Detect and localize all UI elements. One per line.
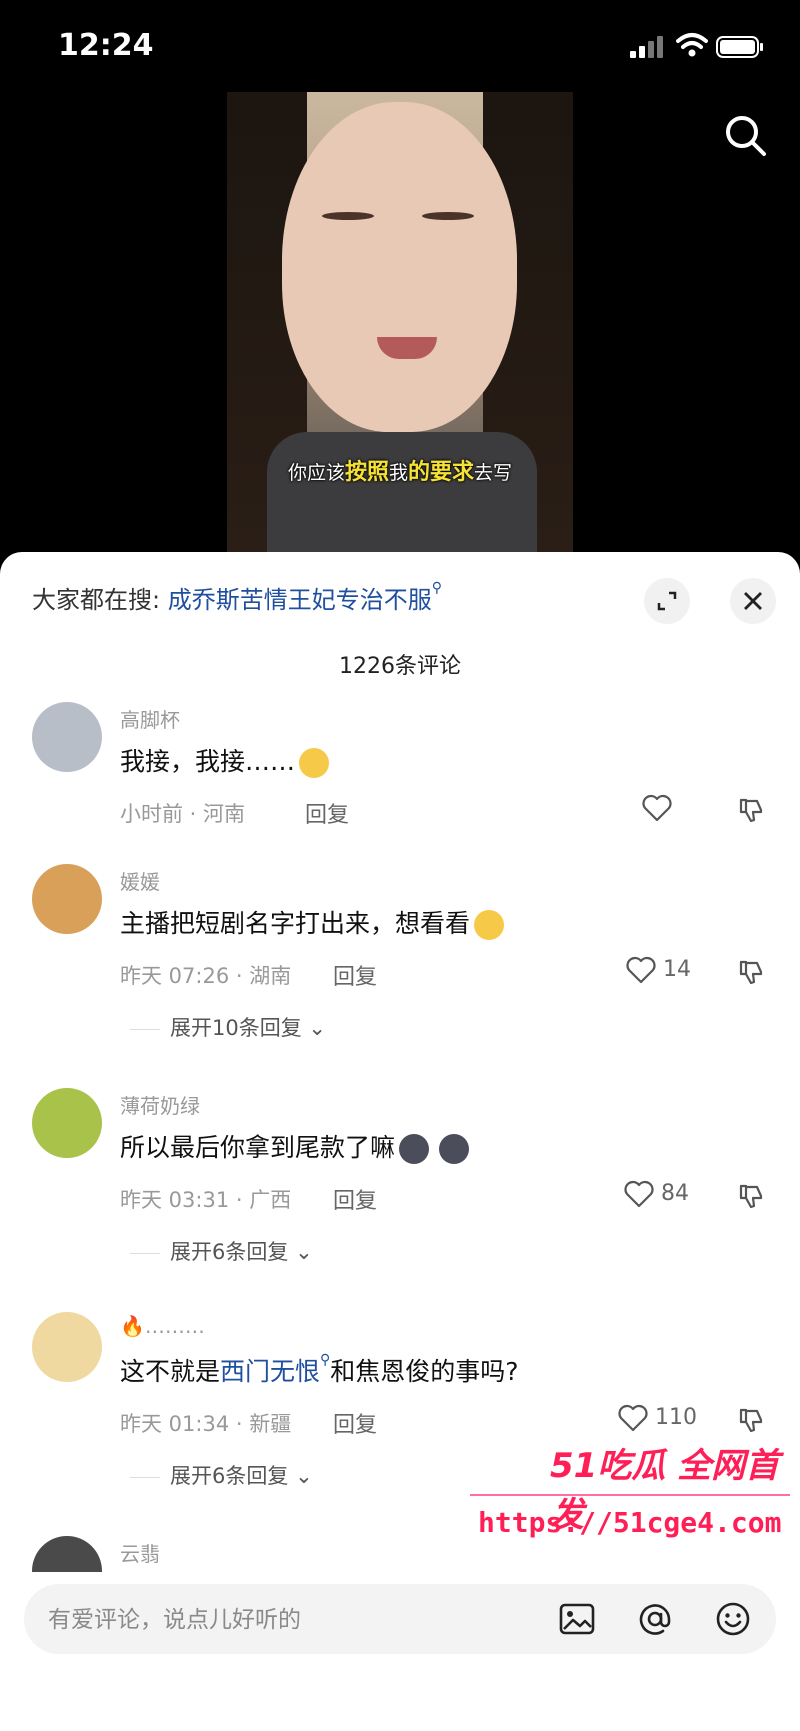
hot-search[interactable]: 大家都在搜: 成乔斯苦情王妃专治不服⚲: [32, 580, 442, 615]
avatar[interactable]: [32, 1312, 102, 1382]
watermark-line: [470, 1494, 790, 1496]
comment-text-after: 和焦恩俊的事吗?: [330, 1357, 519, 1386]
heart-icon: [624, 1180, 654, 1208]
like-count: 84: [661, 1181, 689, 1206]
search-mini-icon: ⚲: [320, 1352, 331, 1368]
comment-text: 我接，我接……: [120, 742, 330, 778]
comment-text: 这不就是西门无恨⚲和焦恩俊的事吗?: [120, 1352, 519, 1388]
chevron-down-icon: ⌄: [295, 1464, 313, 1488]
like-button[interactable]: [642, 794, 672, 822]
comment-meta: 小时前 · 河南: [120, 802, 246, 826]
heart-icon: [618, 1404, 648, 1432]
status-time: 12:24: [58, 28, 154, 63]
status-bar: 12:24: [0, 0, 800, 90]
chevron-down-icon: ⌄: [295, 1240, 313, 1264]
mention-icon[interactable]: [636, 1600, 674, 1638]
video-eye-right: [422, 212, 474, 220]
reply-button[interactable]: 回复: [333, 1407, 377, 1439]
avatar[interactable]: [32, 702, 102, 772]
watermark-url: https://51cge4.com: [478, 1506, 782, 1539]
search-mini-icon: ⚲: [431, 580, 442, 596]
dark-face-emoji-icon: [439, 1134, 470, 1164]
reply-button[interactable]: 回复: [333, 1183, 377, 1215]
dislike-icon[interactable]: [737, 1406, 765, 1434]
subtitle-part-highlight: 按照: [344, 460, 389, 485]
hot-search-term[interactable]: 成乔斯苦情王妃专治不服: [168, 586, 432, 614]
expand-button[interactable]: [644, 578, 690, 624]
video-subtitle: 你应该按照我的要求去写: [227, 454, 573, 486]
comment-input-bar: [24, 1584, 776, 1656]
comment-meta: 昨天 07:26 · 湖南: [120, 964, 292, 988]
like-count: 110: [655, 1405, 697, 1430]
grin-emoji-icon: [299, 748, 330, 778]
subtitle-part: 我: [388, 462, 408, 484]
expand-divider: [130, 1476, 160, 1478]
reply-button[interactable]: 回复: [305, 797, 349, 829]
like-button[interactable]: 110: [618, 1404, 697, 1432]
reply-button[interactable]: 回复: [333, 959, 377, 991]
image-icon[interactable]: [558, 1600, 596, 1638]
subtitle-part: 你应该: [287, 462, 345, 484]
comment-text: 主播把短剧名字打出来，想看看: [120, 904, 505, 940]
close-button[interactable]: [730, 578, 776, 624]
video-face: [282, 102, 517, 432]
cellular-signal-icon: [630, 36, 663, 58]
comment-text-before: 这不就是: [120, 1357, 221, 1386]
avatar[interactable]: [32, 1088, 102, 1158]
battery-icon: [716, 36, 763, 58]
expand-label: 展开10条回复: [170, 1016, 302, 1040]
comment-meta: 昨天 03:31 · 广西: [120, 1188, 292, 1212]
expand-divider: [130, 1028, 160, 1030]
emoji-icon[interactable]: [714, 1600, 752, 1638]
hot-search-prefix: 大家都在搜:: [32, 586, 161, 614]
dislike-icon[interactable]: [737, 1182, 765, 1210]
comment-text-body: 我接，我接……: [120, 747, 296, 776]
comment-input[interactable]: [46, 1584, 530, 1656]
like-button[interactable]: 14: [626, 956, 691, 984]
heart-icon: [642, 794, 672, 822]
expand-icon: [657, 591, 677, 611]
expand-divider: [130, 1252, 160, 1254]
comment-sheet: 大家都在搜: 成乔斯苦情王妃专治不服⚲ 1226条评论 高脚杯 我接，我接…… …: [0, 552, 800, 1731]
expand-replies[interactable]: 展开6条回复 ⌄: [130, 1236, 313, 1266]
subtitle-part: 去写: [474, 462, 513, 484]
search-icon[interactable]: [722, 112, 768, 158]
expand-label: 展开6条回复: [170, 1464, 289, 1488]
comment-meta: 昨天 01:34 · 新疆: [120, 1412, 292, 1436]
expand-replies[interactable]: 展开6条回复 ⌄: [130, 1460, 313, 1490]
subtitle-part-highlight: 的要求: [408, 460, 475, 485]
comment-text-body: 所以最后你拿到尾款了嘛: [120, 1133, 396, 1162]
dislike-icon[interactable]: [737, 958, 765, 986]
comment-text: 所以最后你拿到尾款了嘛: [120, 1128, 470, 1164]
heart-icon: [626, 956, 656, 984]
dark-face-emoji-icon: [399, 1134, 430, 1164]
expand-label: 展开6条回复: [170, 1240, 289, 1264]
close-icon: [744, 592, 762, 610]
comment-username[interactable]: 高脚杯: [120, 704, 180, 733]
avatar[interactable]: [32, 864, 102, 934]
video-mouth: [377, 337, 437, 359]
video-eye-left: [322, 212, 374, 220]
comment-username[interactable]: 云翡: [120, 1538, 160, 1567]
video-player[interactable]: 你应该按照我的要求去写: [227, 92, 573, 552]
comment-username[interactable]: 薄荷奶绿: [120, 1090, 200, 1119]
comment-count: 1226条评论: [339, 654, 461, 679]
comment-username[interactable]: 🔥………: [120, 1314, 205, 1338]
avatar[interactable]: [32, 1536, 102, 1572]
chevron-down-icon: ⌄: [308, 1016, 327, 1040]
comment-text-body: 主播把短剧名字打出来，想看看: [120, 909, 471, 938]
laugh-cry-emoji-icon: [474, 910, 505, 940]
comment-username[interactable]: 媛媛: [120, 866, 160, 895]
dislike-icon[interactable]: [737, 796, 765, 824]
comment-search-link[interactable]: 西门无恨: [220, 1357, 320, 1386]
like-count: 14: [663, 957, 691, 982]
wifi-icon: [676, 33, 708, 57]
expand-replies[interactable]: 展开10条回复 ⌄: [130, 1012, 326, 1042]
like-button[interactable]: 84: [624, 1180, 689, 1208]
watermark: 51吃瓜 全网首发 https://51cge4.com: [470, 1438, 790, 1548]
video-shirt: [267, 432, 537, 552]
